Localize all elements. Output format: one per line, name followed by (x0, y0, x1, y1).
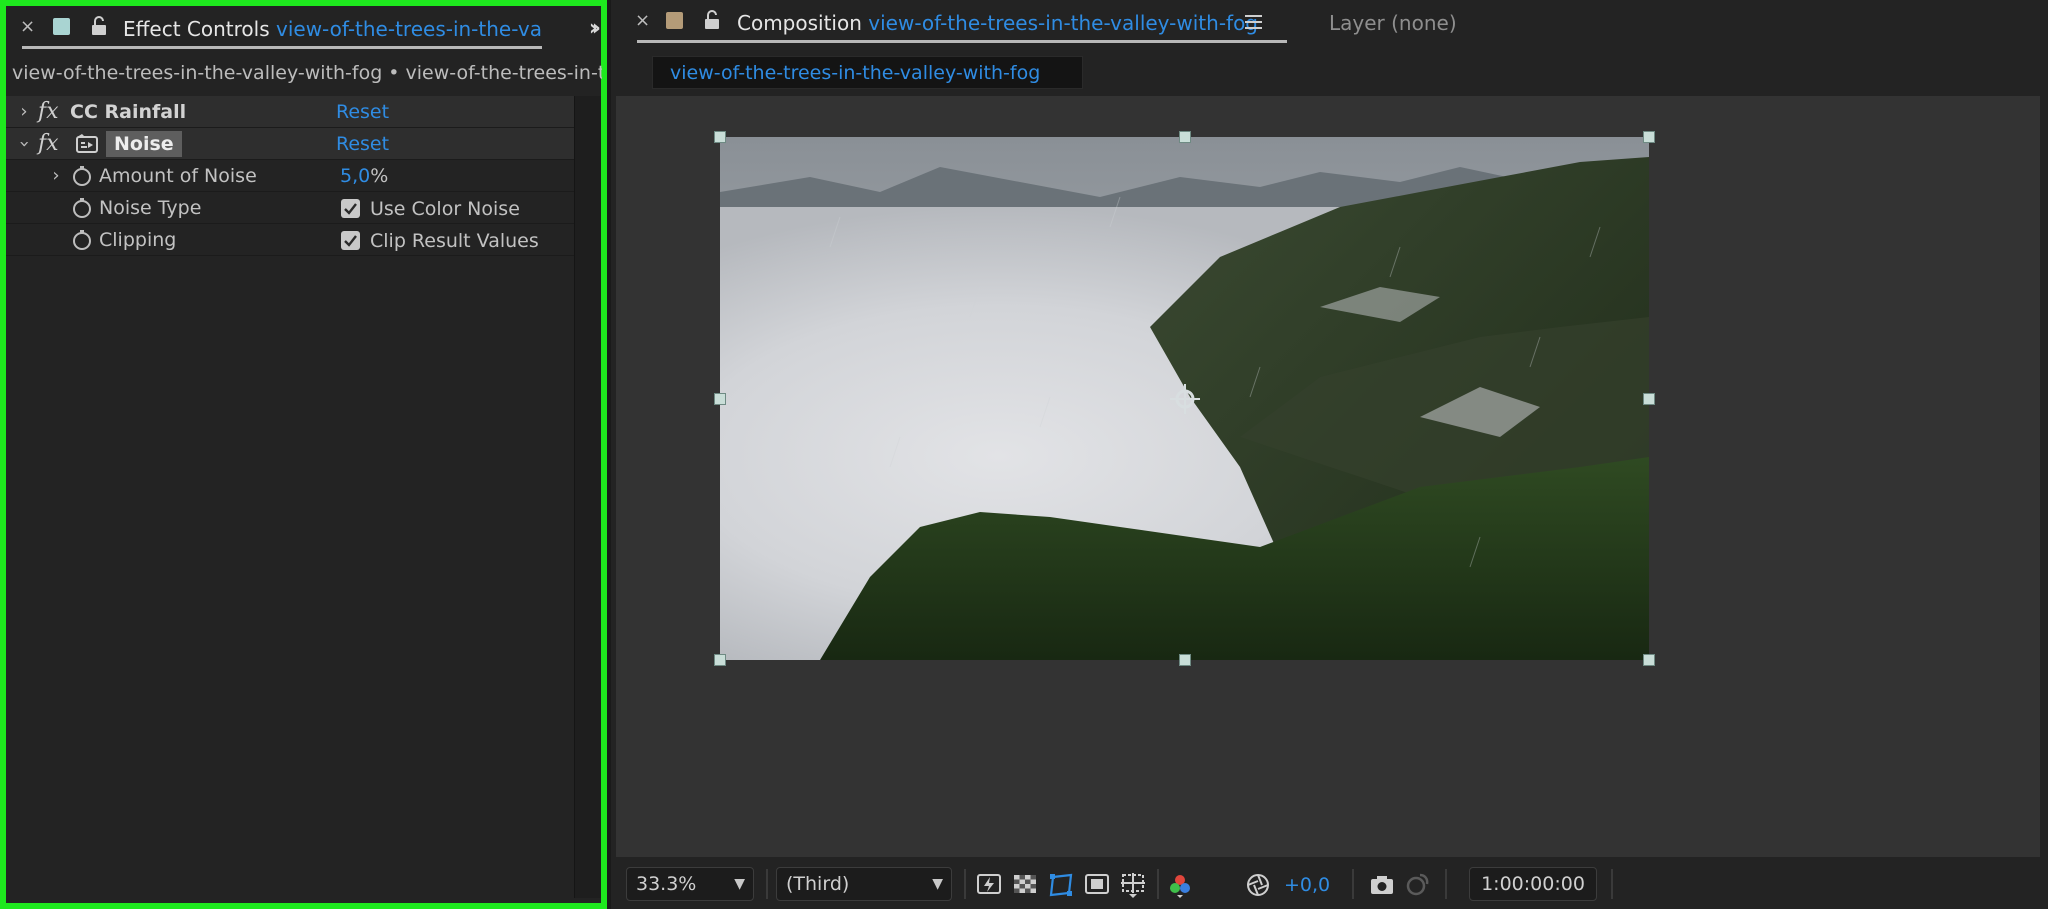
reset-exposure-icon[interactable] (1244, 871, 1272, 899)
lock-open-icon[interactable] (704, 10, 720, 30)
tab-label: Composition (737, 11, 862, 35)
resolution-value: (Third) (786, 873, 850, 895)
effect-row-noise[interactable]: › fx Noise Reset (6, 128, 574, 160)
fx-toggle-icon[interactable]: fx (38, 128, 59, 160)
toolbar-divider (766, 869, 768, 899)
transparency-grid-icon[interactable] (1011, 871, 1039, 899)
effect-controls-tab[interactable]: × Effect Controls view-of-the-trees-in-t… (6, 6, 601, 52)
active-tab-underline (637, 40, 1287, 43)
value-unit: % (370, 165, 389, 187)
effects-list: › fx CC Rainfall Reset › fx Noise Reset … (6, 96, 574, 256)
camera-snapshot-icon[interactable] (1368, 871, 1396, 899)
property-name: Amount of Noise (99, 165, 257, 187)
magnification-value: 33.3% (636, 873, 697, 895)
toolbar-divider (1445, 869, 1447, 899)
transform-handle-bottom[interactable] (1179, 654, 1191, 666)
vertical-scrollbar[interactable] (574, 96, 601, 898)
chevron-right-icon[interactable]: › (16, 96, 32, 128)
transform-handle-right[interactable] (1643, 393, 1655, 405)
toolbar-divider (1611, 869, 1613, 899)
close-tab-icon[interactable]: × (635, 12, 650, 30)
checkmark-icon (344, 235, 357, 247)
label-color-swatch[interactable] (53, 18, 70, 35)
color-channels-icon[interactable] (1166, 871, 1194, 899)
current-time-display[interactable]: 1:00:00:00 (1469, 867, 1597, 901)
tab-layer-name[interactable]: view-of-the-trees-in-the-valley-with-fog (276, 17, 541, 41)
stopwatch-icon[interactable] (72, 166, 92, 186)
magnification-dropdown[interactable]: 33.3% ▼ (626, 867, 754, 901)
transform-handle-bottom-left[interactable] (714, 654, 726, 666)
use-color-noise-checkbox[interactable] (341, 199, 360, 218)
label-color-swatch[interactable] (666, 12, 683, 29)
composition-subtab[interactable]: view-of-the-trees-in-the-valley-with-fog (652, 56, 1083, 89)
active-tab-underline (22, 46, 542, 49)
transform-handle-top-right[interactable] (1643, 131, 1655, 143)
resolution-dropdown[interactable]: (Third) ▼ (776, 867, 952, 901)
toolbar-divider (964, 869, 966, 899)
mask-path-visibility-icon[interactable] (1047, 871, 1075, 899)
transform-handle-top[interactable] (1179, 131, 1191, 143)
scrubbable-value[interactable]: 5,0 (340, 165, 370, 187)
property-row-amount-of-noise[interactable]: › Amount of Noise 5,0% (6, 160, 574, 192)
reset-button[interactable]: Reset (336, 128, 389, 160)
show-snapshot-icon[interactable] (1403, 871, 1431, 899)
effect-name[interactable]: CC Rainfall (70, 96, 186, 128)
close-tab-icon[interactable]: × (20, 18, 35, 36)
effect-controls-panel: × Effect Controls view-of-the-trees-in-t… (0, 0, 607, 909)
breadcrumb: view-of-the-trees-in-the-valley-with-fog… (12, 62, 602, 84)
fx-toggle-icon[interactable]: fx (38, 96, 59, 128)
transform-handle-left[interactable] (714, 393, 726, 405)
property-row-noise-type: Noise Type Use Color Noise (6, 192, 574, 224)
chevron-down-icon[interactable]: › (8, 136, 40, 152)
effect-row-cc-rainfall[interactable]: › fx CC Rainfall Reset (6, 96, 574, 128)
reset-button[interactable]: Reset (336, 96, 389, 128)
tab-comp-name[interactable]: view-of-the-trees-in-the-valley-with-fog (868, 11, 1258, 35)
transform-handle-bottom-right[interactable] (1643, 654, 1655, 666)
effect-controls-title: Effect Controls view-of-the-trees-in-the… (123, 17, 541, 41)
composition-panel: × Composition view-of-the-trees-in-the-v… (611, 0, 2048, 909)
lock-open-icon[interactable] (91, 16, 107, 36)
property-name: Clipping (99, 229, 177, 251)
effect-preset-icon (76, 134, 98, 153)
region-of-interest-icon[interactable] (1083, 871, 1111, 899)
fast-previews-icon[interactable] (975, 871, 1003, 899)
checkmark-icon (344, 203, 357, 215)
toolbar-divider (1157, 869, 1159, 899)
transform-handle-top-left[interactable] (714, 131, 726, 143)
tab-label: Effect Controls (123, 17, 270, 41)
chevron-right-icon[interactable]: › (48, 160, 64, 192)
panel-overflow-icon[interactable]: ›› (589, 16, 601, 41)
chevron-down-icon: ▼ (932, 876, 943, 892)
hamburger-menu-icon[interactable] (1245, 14, 1262, 30)
exposure-value[interactable]: +0,0 (1284, 869, 1330, 901)
chevron-down-icon: ▼ (734, 876, 745, 892)
clip-result-values-checkbox[interactable] (341, 231, 360, 250)
property-row-clipping: Clipping Clip Result Values (6, 224, 574, 256)
checkbox-label[interactable]: Use Color Noise (370, 193, 520, 225)
toolbar-divider (1352, 869, 1354, 899)
property-name: Noise Type (99, 197, 202, 219)
stopwatch-icon[interactable] (72, 198, 92, 218)
stopwatch-icon[interactable] (72, 230, 92, 250)
checkbox-label[interactable]: Clip Result Values (370, 225, 539, 257)
composition-viewer[interactable] (616, 96, 2040, 857)
property-value[interactable]: 5,0% (340, 160, 388, 192)
composition-tab[interactable]: Composition view-of-the-trees-in-the-val… (737, 11, 1258, 35)
effect-name[interactable]: Noise (106, 131, 182, 157)
grid-guides-icon[interactable] (1119, 871, 1147, 899)
viewer-toolbar: 33.3% ▼ (Third) ▼ +0,0 1:00:00:00 (611, 861, 2048, 909)
layer-tab[interactable]: Layer (none) (1329, 11, 1457, 35)
anchor-point-icon[interactable] (1168, 382, 1202, 416)
